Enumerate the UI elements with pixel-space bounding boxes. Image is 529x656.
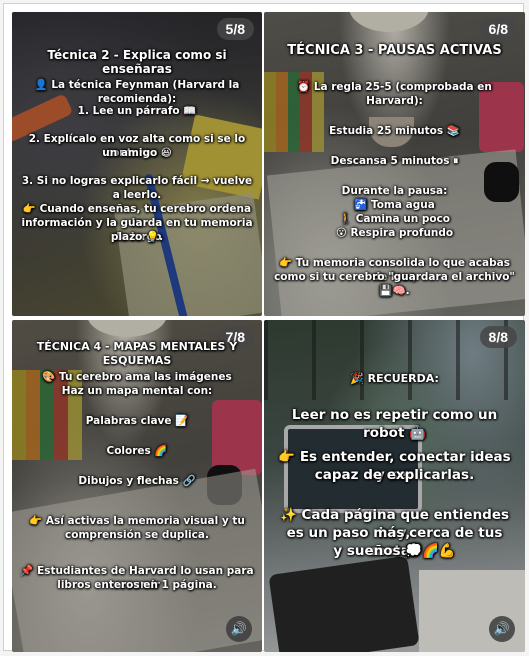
speaker-icon[interactable]: 🔊 (226, 616, 252, 642)
story-grid: 5/8 Técnica 2 - Explica como si enseñara… (3, 3, 525, 652)
text-line: 🎨 Tu cerebro ama las imágenes (42, 371, 232, 383)
story-tile-7[interactable]: 7/8 TÉCNICA 4 - MAPAS MENTALES Y ESQUEMA… (12, 320, 262, 652)
text-line: un amigo 😆 (102, 147, 172, 159)
slide-counter: 8/8 (479, 326, 517, 348)
text-line: 👤 La técnica Feynman (Harvard la recomie… (34, 79, 240, 105)
slide-counter: 5/8 (216, 18, 254, 40)
slide-counter: 6/8 (479, 18, 517, 40)
slide-title: Técnica 2 - Explica como si enseñaras (47, 48, 227, 76)
text-line: 🚰 Toma agua (354, 199, 435, 211)
text-line: Dibujos y flechas 🔗 (78, 475, 196, 487)
text-line: 👉 Así activas la memoria visual y tu (29, 515, 245, 527)
story-tile-8[interactable]: 8/8 🎉 RECUERDA: Leer no es repetir como … (264, 320, 525, 652)
text-line: Durante la pausa: (341, 185, 448, 197)
text-line: capaz de explicarlas. (314, 467, 475, 483)
text-line: Colores 🌈 (106, 445, 168, 457)
text-line: 😮 Respira profundo (335, 227, 454, 239)
text-line: plazo 💡. (110, 231, 164, 243)
speaker-icon[interactable]: 🔊 (489, 616, 515, 642)
text-line: Haz un mapa mental con: (61, 385, 213, 397)
text-line: Descansa 5 minutos ⏸ (330, 155, 459, 167)
text-line: Harvard): (366, 95, 423, 107)
slide-title: TÉCNICA 4 - MAPAS MENTALES Y ESQUEMAS (36, 340, 238, 367)
text-line: comprensión se duplica. (65, 529, 209, 541)
text-line: Leer no es repetir como un robot 🤖 (291, 407, 498, 441)
text-line: Palabras clave 📝 (85, 415, 189, 427)
slide-subtitle: 🎉 RECUERDA: (350, 372, 439, 385)
text-line: libros enteros en 1 página. (57, 579, 217, 591)
slide-title: TÉCNICA 3 - PAUSAS ACTIVAS (287, 43, 502, 58)
text-line: 3. Si no logras explicarlo fácil → vuelv… (21, 175, 253, 201)
text-line: 1. Lee un párrafo 📖 (77, 105, 197, 117)
story-tile-6[interactable]: 6/8 TÉCNICA 3 - PAUSAS ACTIVAS ⏰ La regl… (264, 12, 525, 316)
text-line: ⏰ La regla 25-5 (comprobada en (297, 81, 492, 93)
text-line: y sueños 💭🌈💪 (333, 543, 456, 559)
text-line: 🚶 Camina un poco (338, 213, 451, 225)
story-tile-5[interactable]: 5/8 Técnica 2 - Explica como si enseñara… (12, 12, 262, 316)
text-line: como si tu cerebro "guardara el archivo"… (274, 271, 515, 297)
text-line: Estudia 25 minutos 📚 (329, 125, 460, 137)
